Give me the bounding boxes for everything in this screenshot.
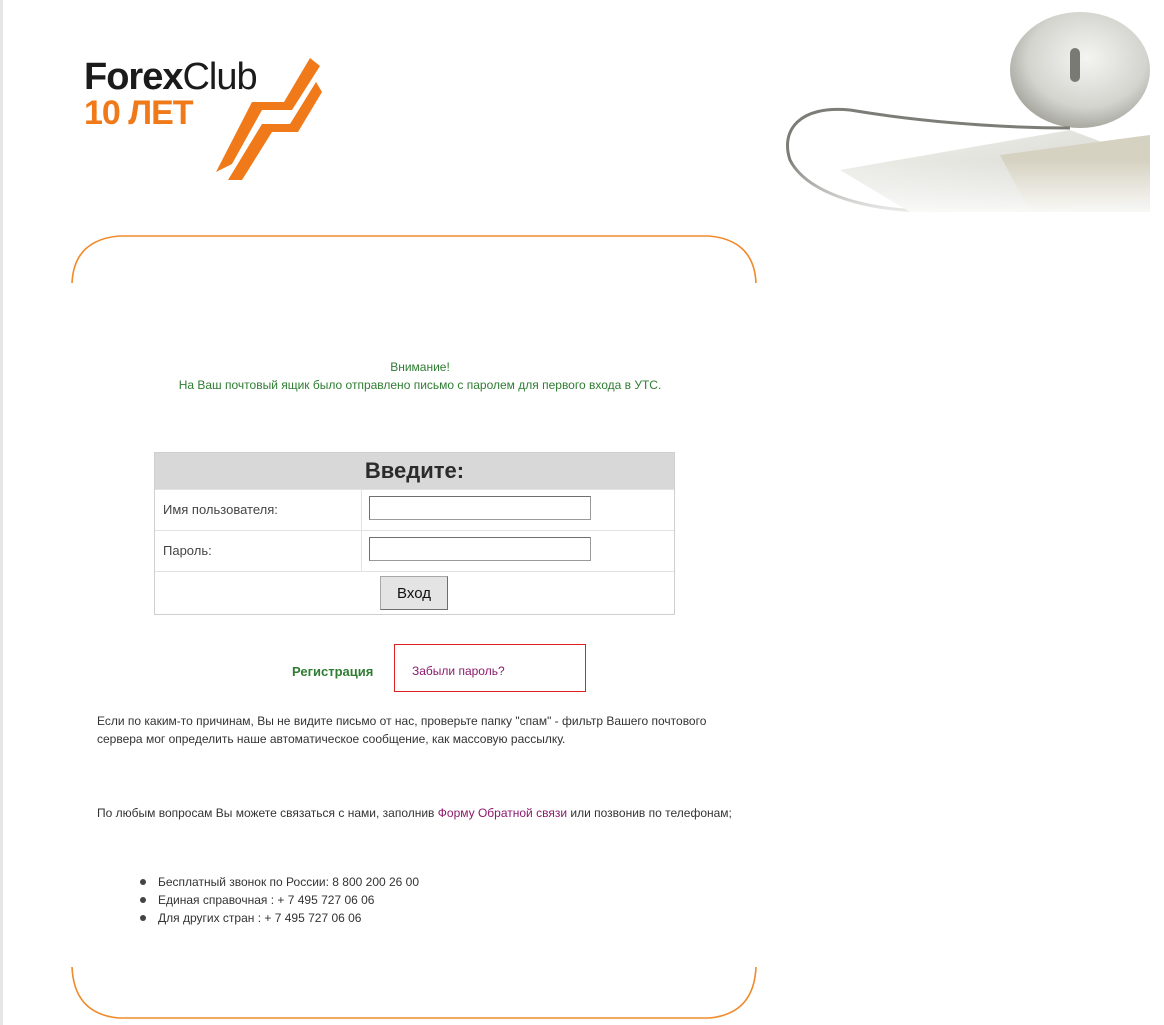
list-item: Для других стран : + 7 495 727 06 06 — [140, 909, 419, 927]
submit-row: Вход — [155, 571, 674, 616]
phone-russia: Бесплатный звонок по России: 8 800 200 2… — [158, 875, 420, 889]
list-item: Бесплатный звонок по России: 8 800 200 2… — [140, 873, 419, 891]
notice-message: На Ваш почтовый ящик было отправлено пис… — [178, 378, 662, 392]
frame-top-border — [71, 235, 757, 284]
password-row: Пароль: — [155, 530, 674, 571]
password-label: Пароль: — [163, 543, 212, 558]
row-divider — [361, 531, 362, 571]
register-link[interactable]: Регистрация — [292, 664, 373, 679]
forgot-password-link[interactable]: Забыли пароль? — [412, 664, 505, 678]
phone-list: Бесплатный звонок по России: 8 800 200 2… — [140, 873, 419, 927]
bullet-icon — [140, 897, 146, 903]
username-row: Имя пользователя: — [155, 489, 674, 530]
feedback-form-link[interactable]: Форму Обратной связи — [438, 806, 567, 820]
username-input[interactable] — [369, 496, 591, 520]
bullet-icon — [140, 879, 146, 885]
list-item: Единая справочная : + 7 495 727 06 06 — [140, 891, 419, 909]
phone-info: Единая справочная : + 7 495 727 06 06 — [158, 893, 375, 907]
username-label: Имя пользователя: — [163, 502, 278, 517]
logo-forex-text: Forex — [84, 56, 183, 98]
password-input[interactable] — [369, 537, 591, 561]
logo-years-text: 10 ЛЕТ — [84, 94, 194, 132]
login-button[interactable]: Вход — [380, 576, 448, 610]
bullet-icon — [140, 915, 146, 921]
logo-stripes-icon — [216, 58, 322, 180]
page-left-rule — [0, 0, 3, 1025]
login-form: Введите: Имя пользователя: Пароль: Вход — [154, 452, 675, 615]
header-mouse-photo — [770, 10, 1150, 212]
contact-outro: или позвонив по телефонам; — [570, 806, 732, 820]
notice-title: Внимание! — [390, 360, 450, 374]
row-divider — [361, 490, 362, 530]
spam-note: Если по каким-то причинам, Вы не видите … — [97, 714, 707, 746]
contact-intro: По любым вопросам Вы можете связаться с … — [97, 806, 435, 820]
frame-bottom-border — [71, 966, 757, 1019]
login-heading: Введите: — [155, 453, 674, 489]
forexclub-logo[interactable]: ForexClub 10 ЛЕТ — [84, 52, 324, 180]
contact-paragraph: По любым вопросам Вы можете связаться с … — [97, 804, 747, 822]
phone-other: Для других стран : + 7 495 727 06 06 — [158, 911, 362, 925]
